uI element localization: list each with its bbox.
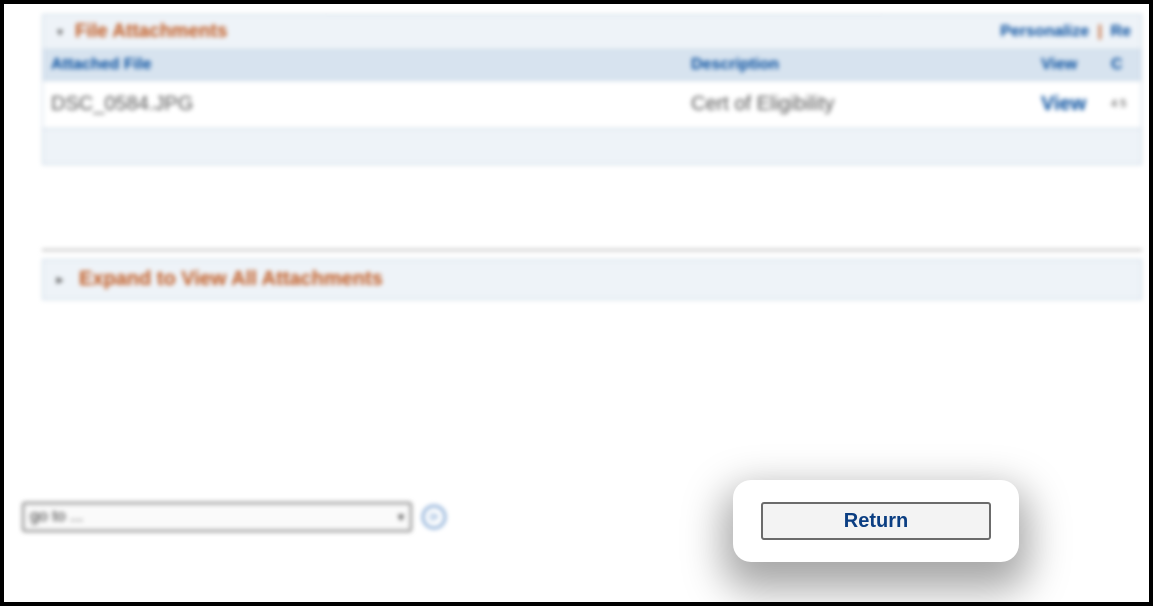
col-other[interactable]: C	[1111, 56, 1151, 74]
grid-column-headers: Attached File Description View C	[43, 49, 1141, 81]
grid-header: ▾ File Attachments Personalize | Re	[43, 15, 1141, 49]
view-link[interactable]: View	[1041, 93, 1111, 116]
col-view[interactable]: View	[1041, 56, 1111, 74]
goto-select[interactable]: go to ... ▾	[22, 502, 412, 532]
personalize-link[interactable]: Personalize	[1000, 23, 1089, 40]
cell-other: 4 5	[1111, 98, 1151, 110]
go-button[interactable]: ⟳	[422, 505, 446, 529]
return-label: Return	[844, 510, 908, 533]
col-description[interactable]: Description	[691, 56, 1041, 74]
grid-title: File Attachments	[75, 21, 227, 43]
refresh-link[interactable]: Re	[1111, 23, 1131, 40]
file-attachments-grid: ▾ File Attachments Personalize | Re Atta…	[42, 14, 1142, 165]
return-callout: Return	[733, 480, 1019, 562]
expand-label: Expand to View All Attachments	[79, 268, 383, 291]
goto-placeholder: go to ...	[30, 508, 83, 526]
expand-all-section[interactable]: ▸ Expand to View All Attachments	[42, 259, 1142, 300]
collapse-icon[interactable]: ▾	[53, 25, 67, 39]
return-button[interactable]: Return	[761, 502, 991, 540]
table-row: DSC_0584.JPG Cert of Eligibility View 4 …	[43, 81, 1141, 128]
cell-file: DSC_0584.JPG	[51, 93, 691, 116]
grid-footer	[43, 128, 1141, 164]
col-attached-file[interactable]: Attached File	[51, 56, 691, 74]
divider	[42, 249, 1142, 251]
chevron-down-icon: ▾	[398, 510, 404, 524]
grid-toolbar: Personalize | Re	[1000, 23, 1131, 41]
cell-desc: Cert of Eligibility	[691, 93, 1041, 116]
expand-icon[interactable]: ▸	[53, 273, 67, 287]
separator: |	[1094, 23, 1106, 40]
